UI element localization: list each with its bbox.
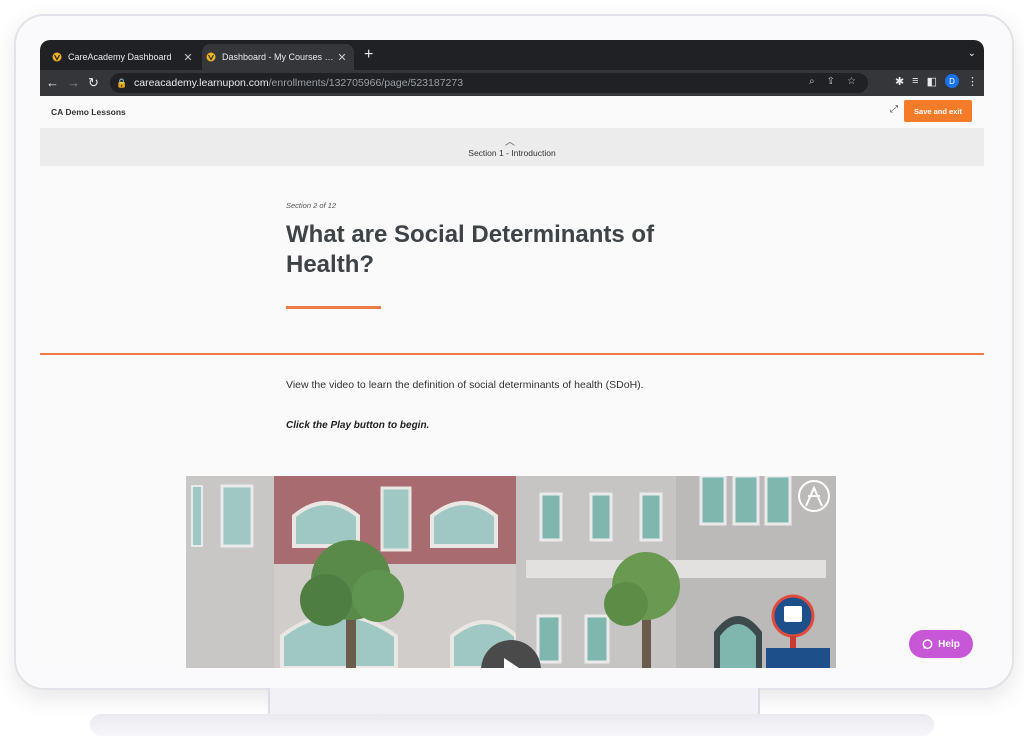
- share-icon[interactable]: ⇪: [827, 76, 835, 87]
- video-thumbnail-illustration: [186, 476, 836, 668]
- chevron-up-icon[interactable]: ︿: [505, 133, 515, 148]
- section-nav[interactable]: ︿ Section 1 - Introduction: [40, 128, 984, 166]
- device-base: [90, 714, 934, 736]
- lock-icon: 🔒: [116, 77, 128, 88]
- section-counter: Section 2 of 12: [286, 201, 337, 210]
- help-label: Help: [938, 638, 960, 650]
- address-bar[interactable]: 🔒 careacademy.learnupon.com/enrollments/…: [110, 73, 868, 93]
- careacademy-favicon-icon: [206, 52, 216, 62]
- url-text: careacademy.learnupon.com/enrollments/13…: [134, 77, 463, 89]
- section-divider: [40, 353, 984, 355]
- chat-bubble-icon: [922, 638, 933, 649]
- tab-label: Dashboard - My Courses - Sta: [222, 52, 336, 62]
- url-path: /enrollments/132705966/page/523187273: [268, 77, 464, 89]
- browser-menu-icon[interactable]: ⋮: [967, 75, 978, 88]
- fullscreen-expand-icon[interactable]: ⤢: [890, 104, 898, 115]
- careacademy-favicon-icon: [52, 52, 62, 62]
- extensions-puzzle-icon[interactable]: ✱: [895, 75, 904, 88]
- reload-icon[interactable]: ↻: [88, 75, 99, 91]
- browser-window: CareAcademy Dashboard ✕ Dashboard - My C…: [40, 40, 984, 668]
- section-nav-label: Section 1 - Introduction: [468, 148, 556, 158]
- extension-icons: ✱ ≡ ◧ D ⋮: [895, 74, 978, 88]
- back-arrow-icon[interactable]: ←: [46, 75, 59, 90]
- video-player[interactable]: [186, 476, 836, 668]
- address-bar-actions: ⌕ ⇪ ☆: [809, 76, 856, 87]
- browser-toolbar: ← → ↻ 🔒 careacademy.learnupon.com/enroll…: [40, 70, 984, 96]
- instruction-text: Click the Play button to begin.: [286, 420, 430, 431]
- new-tab-plus-icon[interactable]: +: [364, 46, 373, 64]
- title-underline: [286, 306, 381, 309]
- side-panel-icon[interactable]: ◧: [927, 75, 937, 88]
- course-title: CA Demo Lessons: [51, 107, 126, 117]
- save-and-exit-button[interactable]: Save and exit: [904, 100, 972, 122]
- tab-careacademy-dashboard[interactable]: CareAcademy Dashboard ✕: [48, 44, 200, 70]
- tab-search-chevron-down-icon[interactable]: ⌄: [968, 48, 976, 59]
- bookmark-star-icon[interactable]: ☆: [847, 76, 856, 87]
- url-host: careacademy.learnupon.com: [134, 77, 269, 89]
- reading-list-icon[interactable]: ≡: [912, 75, 918, 87]
- lesson-title: What are Social Determinants of Health?: [286, 221, 655, 278]
- tab-label: CareAcademy Dashboard: [68, 52, 172, 62]
- profile-avatar[interactable]: D: [945, 74, 959, 88]
- zoom-icon[interactable]: ⌕: [809, 76, 815, 87]
- intro-text: View the video to learn the definition o…: [286, 379, 644, 391]
- close-tab-icon[interactable]: ✕: [336, 51, 348, 64]
- tab-dashboard-my-courses[interactable]: Dashboard - My Courses - Sta ✕: [202, 44, 354, 70]
- help-button[interactable]: Help: [909, 630, 973, 658]
- course-header: CA Demo Lessons ⤢ Save and exit: [40, 96, 984, 128]
- tab-bar: CareAcademy Dashboard ✕ Dashboard - My C…: [40, 40, 984, 70]
- forward-arrow-icon[interactable]: →: [67, 75, 80, 90]
- close-tab-icon[interactable]: ✕: [182, 51, 194, 64]
